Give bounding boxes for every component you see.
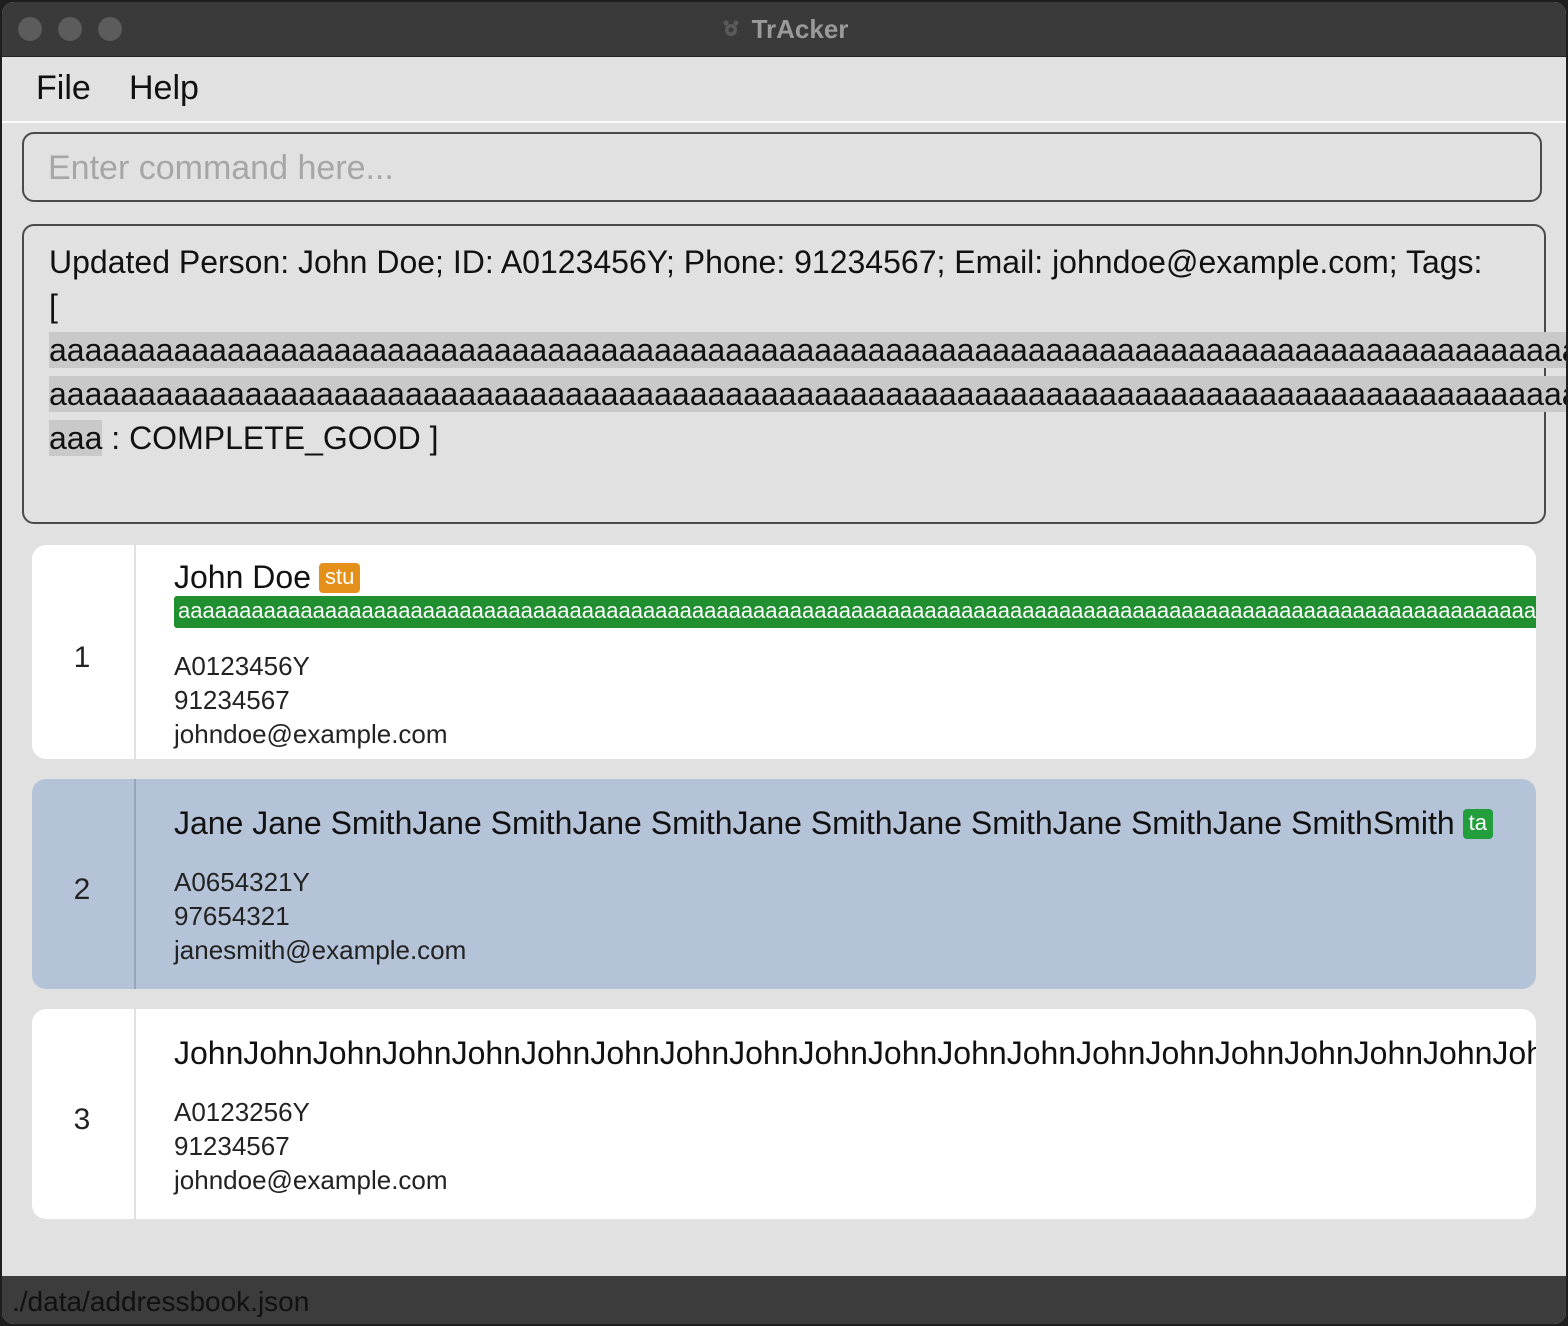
tag-badge: aaaaaaaaaaaaaaaaaaaaaaaaaaaaaaaaaaaaaaaa… <box>174 596 1536 628</box>
result-line: aaaaaaaaaaaaaaaaaaaaaaaaaaaaaaaaaaaaaaaa… <box>49 332 1566 369</box>
person-name-row: Jane Jane SmithJane SmithJane SmithJane … <box>174 805 1493 842</box>
person-card[interactable]: 3 JohnJohnJohnJohnJohnJohnJohnJohnJohnJo… <box>32 1009 1536 1219</box>
person-index: 3 <box>73 1103 91 1136</box>
result-highlight: aaa <box>49 420 103 456</box>
person-phone: 91234567 <box>174 685 290 715</box>
person-name: John Doe <box>174 559 311 595</box>
app-window: TrAcker File Help Updated Person: John D… <box>2 2 1566 1324</box>
result-text: : COMPLETE_GOOD ] <box>102 420 439 456</box>
person-index: 2 <box>73 873 91 906</box>
person-name: JohnJohnJohnJohnJohnJohnJohnJohnJohnJohn… <box>174 1035 1536 1071</box>
menu-help[interactable]: Help <box>129 69 199 108</box>
app-logo-icon <box>720 18 742 40</box>
status-bar: ./data/addressbook.json <box>2 1276 1566 1324</box>
person-card-selected[interactable]: 2 Jane Jane SmithJane SmithJane SmithJan… <box>32 779 1536 989</box>
person-card[interactable]: 1 John Doe stu aaaaaaaaaaaaaaaaaaaaaaaaaa… <box>32 545 1536 759</box>
tag-badge: stu <box>318 563 361 593</box>
person-phone: 97654321 <box>174 901 290 931</box>
person-email: johndoe@example.com <box>174 1165 448 1195</box>
person-name: Jane Jane SmithJane SmithJane SmithJane … <box>174 805 1455 841</box>
command-box <box>22 132 1542 202</box>
card-divider <box>134 779 136 989</box>
person-email: johndoe@example.com <box>174 719 448 749</box>
result-highlight: aaaaaaaaaaaaaaaaaaaaaaaaaaaaaaaaaaaaaaaa… <box>49 376 1566 412</box>
window-title: TrAcker <box>751 13 849 44</box>
person-email: janesmith@example.com <box>174 935 467 965</box>
result-line: aaaaaaaaaaaaaaaaaaaaaaaaaaaaaaaaaaaaaaaa… <box>49 376 1566 413</box>
result-line: [ <box>49 288 58 324</box>
person-id: A0654321Y <box>174 867 310 897</box>
result-display: Updated Person: John Doe; ID: A0123456Y;… <box>22 224 1566 524</box>
title-bar: TrAcker <box>2 2 1566 57</box>
person-id: A0123256Y <box>174 1097 310 1127</box>
save-location-path: ./data/addressbook.json <box>12 1286 310 1317</box>
result-line: aaa : COMPLETE_GOOD ] <box>49 420 438 457</box>
result-line: Updated Person: John Doe; ID: A0123456Y;… <box>49 244 1483 280</box>
tag-badge: ta <box>1462 809 1493 839</box>
command-input[interactable] <box>46 144 1520 192</box>
person-id: A0123456Y <box>174 651 310 681</box>
result-highlight: aaaaaaaaaaaaaaaaaaaaaaaaaaaaaaaaaaaaaaaa… <box>49 332 1566 368</box>
menu-bar: File Help <box>2 57 1566 123</box>
person-phone: 91234567 <box>174 1131 290 1161</box>
person-name-row: John Doe stu <box>174 559 361 596</box>
card-divider <box>134 545 136 759</box>
card-divider <box>134 1009 136 1219</box>
menu-file[interactable]: File <box>36 69 91 108</box>
person-index: 1 <box>73 641 91 674</box>
